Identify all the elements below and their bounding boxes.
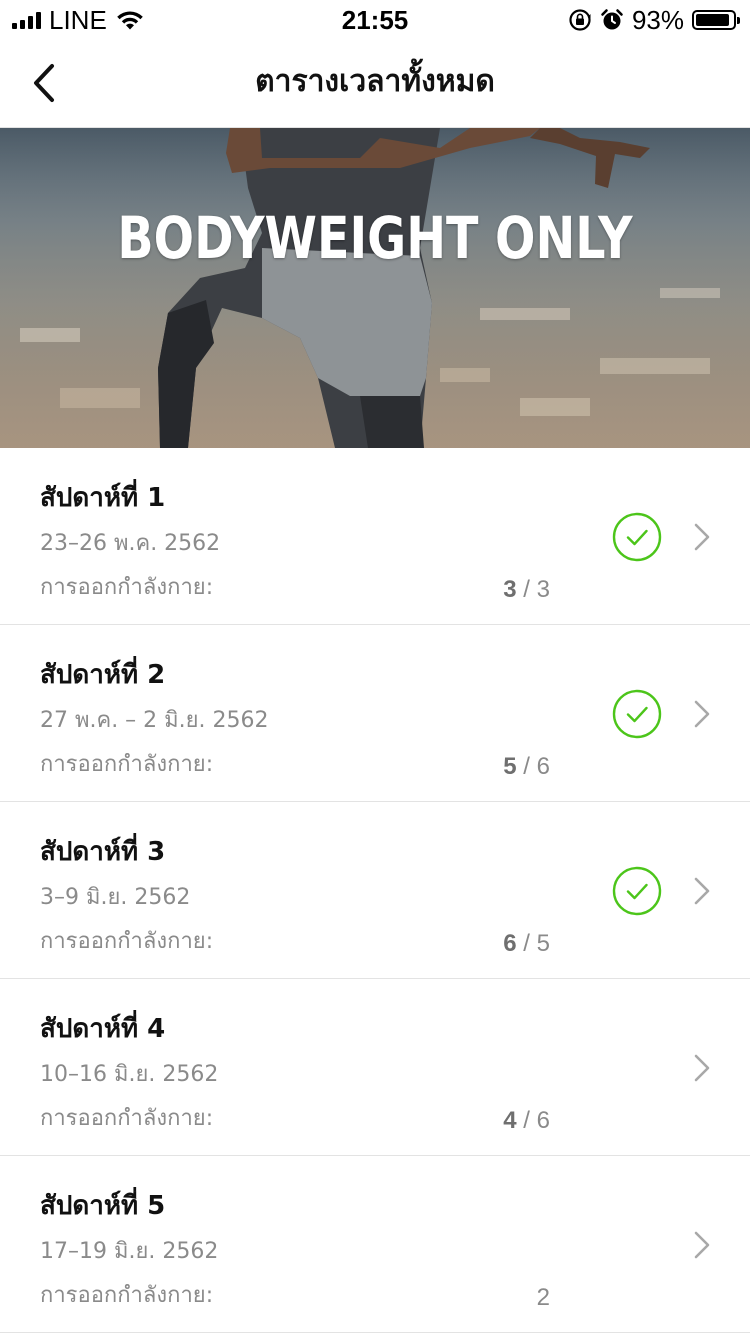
workout-count-label: การออกกำลังกาย: xyxy=(40,1106,214,1131)
week-title: สัปดาห์ที่ 3 xyxy=(40,837,166,867)
workout-count-label: การออกกำลังกาย: xyxy=(40,1283,214,1308)
week-date-range: 17–19 มิ.ย. 2562 xyxy=(40,1239,219,1264)
alarm-icon xyxy=(601,9,623,30)
week-date-range: 3–9 มิ.ย. 2562 xyxy=(40,885,191,910)
battery-cap xyxy=(737,17,740,24)
week-title: สัปดาห์ที่ 5 xyxy=(40,1191,166,1221)
chevron-right-icon xyxy=(694,877,710,905)
workouts-separator: / xyxy=(516,1107,537,1134)
orientation-lock-icon xyxy=(569,9,591,31)
workout-count: 6 / 5 xyxy=(503,928,550,960)
workout-count: 5 / 6 xyxy=(503,751,550,783)
workout-count: 3 / 3 xyxy=(503,574,550,606)
chevron-left-icon xyxy=(34,64,54,102)
week-row-5[interactable]: สัปดาห์ที่ 5 17–19 มิ.ย. 2562 การออกกำลังก… xyxy=(0,1156,750,1333)
completed-check-icon xyxy=(612,866,662,916)
completed-check-icon xyxy=(612,689,662,739)
week-row-1[interactable]: สัปดาห์ที่ 1 23–26 พ.ค. 2562 การออกกำลังกา… xyxy=(0,448,750,625)
week-title: สัปดาห์ที่ 2 xyxy=(40,660,166,690)
battery-icon xyxy=(692,10,740,30)
week-row-3[interactable]: สัปดาห์ที่ 3 3–9 มิ.ย. 2562 การออกกำลังกาย… xyxy=(0,802,750,979)
completed-check-icon xyxy=(612,512,662,562)
week-date-range: 23–26 พ.ค. 2562 xyxy=(40,531,221,556)
battery-level-fill xyxy=(696,14,730,26)
back-button[interactable] xyxy=(22,58,66,108)
chevron-right-icon xyxy=(694,1231,710,1259)
navigation-bar: ตารางเวลาทั้งหมด xyxy=(0,40,750,128)
workout-count-label: การออกกำลังกาย: xyxy=(40,929,214,954)
chevron-right-icon xyxy=(694,1054,710,1082)
week-date-range: 27 พ.ค. – 2 มิ.ย. 2562 xyxy=(40,708,269,733)
workouts-done: 3 xyxy=(503,576,517,603)
workouts-total: 6 xyxy=(536,753,550,780)
workouts-total: 3 xyxy=(536,576,550,603)
workouts-separator: / xyxy=(516,753,537,780)
chevron-right-icon xyxy=(694,700,710,728)
week-title: สัปดาห์ที่ 1 xyxy=(40,483,166,513)
workouts-total: 5 xyxy=(536,930,550,957)
workouts-total: 6 xyxy=(536,1107,550,1134)
workout-count-label: การออกกำลังกาย: xyxy=(40,752,214,777)
hero-title: BODYWEIGHT ONLY xyxy=(117,204,633,272)
workout-count-label: การออกกำลังกาย: xyxy=(40,575,214,600)
workouts-done: 6 xyxy=(503,930,517,957)
week-date-range: 10–16 มิ.ย. 2562 xyxy=(40,1062,219,1087)
workouts-separator: / xyxy=(516,930,537,957)
status-right: 93% xyxy=(568,5,740,35)
workouts-total: 2 xyxy=(536,1284,550,1311)
workouts-separator: / xyxy=(516,576,537,603)
week-row-4[interactable]: สัปดาห์ที่ 4 10–16 มิ.ย. 2562 การออกกำลังก… xyxy=(0,979,750,1156)
week-title: สัปดาห์ที่ 4 xyxy=(40,1014,166,1044)
status-bar: LINE 21:55 93% xyxy=(0,0,750,40)
hero-athlete-image xyxy=(0,128,750,448)
week-row-2[interactable]: สัปดาห์ที่ 2 27 พ.ค. – 2 มิ.ย. 2562 การออก… xyxy=(0,625,750,802)
workout-count: 4 / 6 xyxy=(503,1105,550,1137)
workouts-done: 5 xyxy=(503,753,517,780)
chevron-right-icon xyxy=(694,523,710,551)
workout-count: 2 xyxy=(537,1282,550,1314)
week-list: สัปดาห์ที่ 1 23–26 พ.ค. 2562 การออกกำลังกา… xyxy=(0,448,750,1333)
hero-banner: BODYWEIGHT ONLY xyxy=(0,128,750,448)
workouts-done: 4 xyxy=(503,1107,517,1134)
battery-percent: 93% xyxy=(631,5,684,35)
page-title: ตารางเวลาทั้งหมด xyxy=(255,64,495,99)
